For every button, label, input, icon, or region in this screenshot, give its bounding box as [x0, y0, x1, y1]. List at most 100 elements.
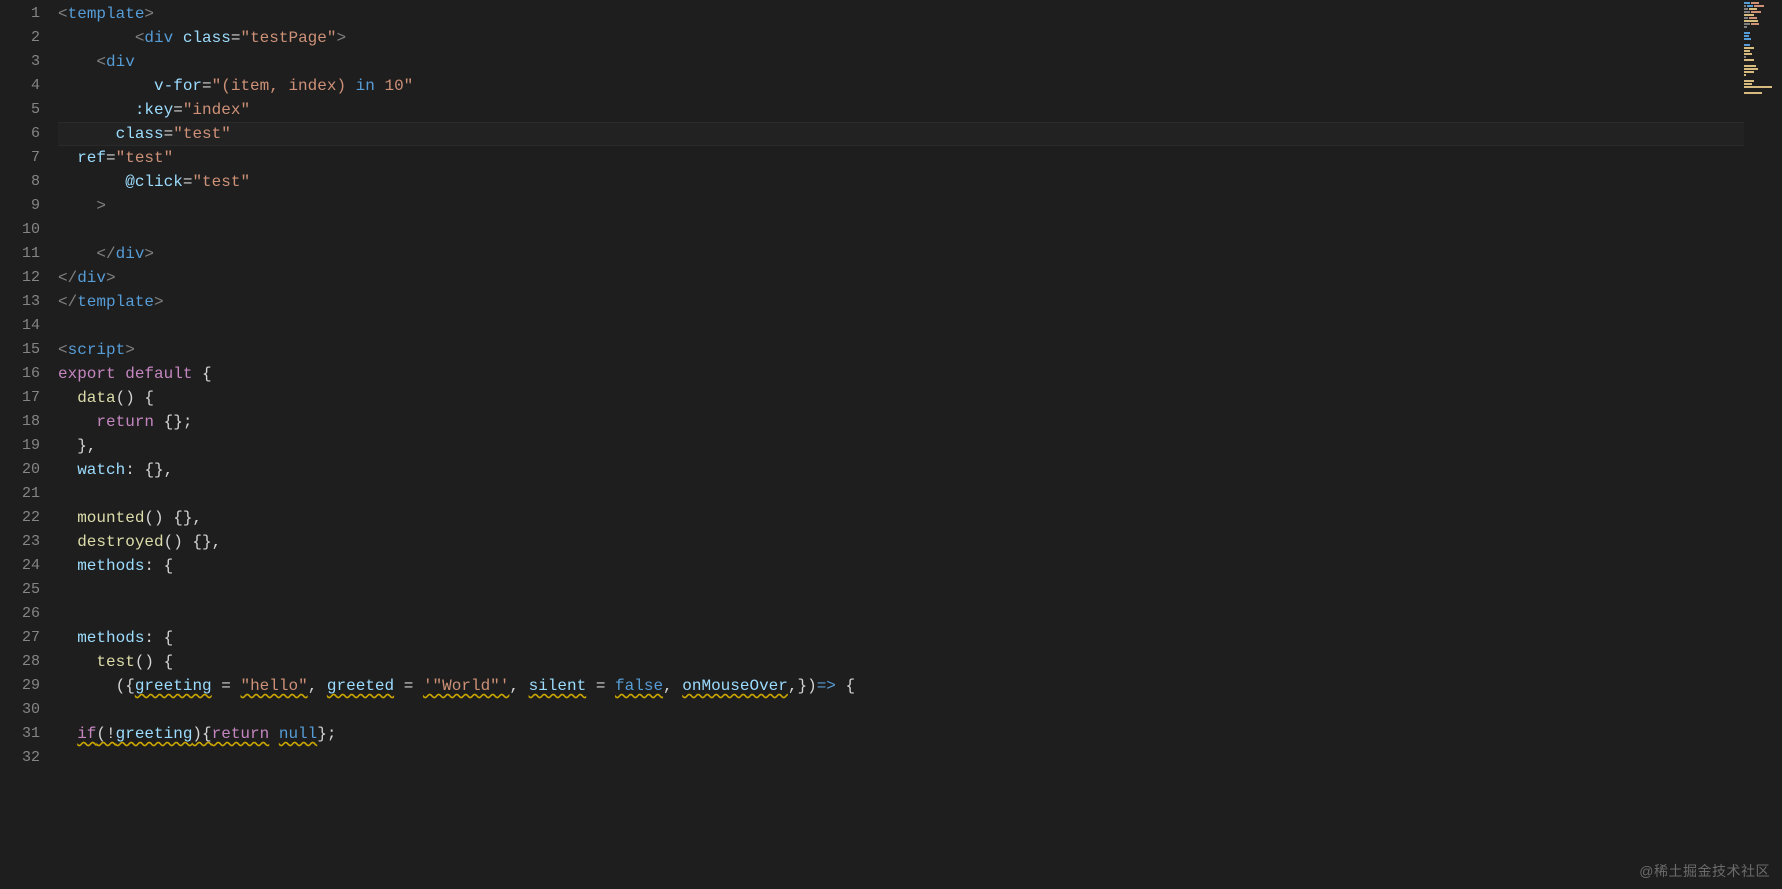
code-line[interactable]: @click="test" [58, 170, 1782, 194]
code-line[interactable]: :key="index" [58, 98, 1782, 122]
minimap-row [1744, 80, 1782, 82]
code-line[interactable]: destroyed() {}, [58, 530, 1782, 554]
minimap-row [1744, 56, 1782, 58]
line-number: 7 [0, 146, 40, 170]
minimap-row [1744, 17, 1782, 19]
line-number: 9 [0, 194, 40, 218]
line-number: 5 [0, 98, 40, 122]
minimap-row [1744, 50, 1782, 52]
minimap-row [1744, 53, 1782, 55]
code-line[interactable]: watch: {}, [58, 458, 1782, 482]
minimap-row [1744, 65, 1782, 67]
minimap-row [1744, 44, 1782, 46]
code-line[interactable]: test() { [58, 650, 1782, 674]
line-number: 10 [0, 218, 40, 242]
code-line[interactable] [58, 698, 1782, 722]
minimap-row [1744, 68, 1782, 70]
code-line[interactable] [58, 218, 1782, 242]
line-number: 28 [0, 650, 40, 674]
minimap-row [1744, 32, 1782, 34]
code-line[interactable]: </div> [58, 242, 1782, 266]
minimap-row [1744, 5, 1782, 7]
code-line[interactable]: <div [58, 50, 1782, 74]
minimap-row [1744, 89, 1782, 91]
line-number: 30 [0, 698, 40, 722]
code-line[interactable]: <div class="testPage"> [58, 26, 1782, 50]
minimap-row [1744, 26, 1782, 28]
code-line[interactable]: }, [58, 434, 1782, 458]
minimap-row [1744, 8, 1782, 10]
minimap-row [1744, 62, 1782, 64]
line-number: 26 [0, 602, 40, 626]
line-number: 17 [0, 386, 40, 410]
code-line[interactable]: > [58, 194, 1782, 218]
code-line[interactable]: class="test" [58, 122, 1782, 146]
line-number: 4 [0, 74, 40, 98]
code-line[interactable]: methods: { [58, 626, 1782, 650]
line-number: 22 [0, 506, 40, 530]
line-number: 16 [0, 362, 40, 386]
minimap-row [1744, 59, 1782, 61]
code-line[interactable]: </div> [58, 266, 1782, 290]
line-number: 31 [0, 722, 40, 746]
line-number: 21 [0, 482, 40, 506]
code-line[interactable]: mounted() {}, [58, 506, 1782, 530]
code-line[interactable]: v-for="(item, index) in 10" [58, 74, 1782, 98]
line-number: 8 [0, 170, 40, 194]
code-line[interactable]: </template> [58, 290, 1782, 314]
minimap-row [1744, 23, 1782, 25]
line-number: 15 [0, 338, 40, 362]
minimap-row [1744, 83, 1782, 85]
line-number-gutter[interactable]: 1234567891011121314151617181920212223242… [0, 0, 58, 889]
line-number: 1 [0, 2, 40, 26]
line-number: 2 [0, 26, 40, 50]
minimap[interactable] [1744, 0, 1782, 889]
line-number: 18 [0, 410, 40, 434]
line-number: 13 [0, 290, 40, 314]
minimap-row [1744, 71, 1782, 73]
code-line[interactable]: methods: { [58, 554, 1782, 578]
minimap-row [1744, 86, 1782, 88]
code-line[interactable]: ({greeting = "hello", greeted = '"World"… [58, 674, 1782, 698]
code-editor[interactable]: … 12345678910111213141516171819202122232… [0, 0, 1782, 889]
code-line[interactable]: data() { [58, 386, 1782, 410]
watermark: @稀土掘金技术社区 [1639, 861, 1770, 881]
code-line[interactable]: return {}; [58, 410, 1782, 434]
line-number: 24 [0, 554, 40, 578]
line-number: 19 [0, 434, 40, 458]
minimap-row [1744, 2, 1782, 4]
code-area[interactable]: <template> <div class="testPage"> <div v… [58, 0, 1782, 889]
minimap-row [1744, 74, 1782, 76]
code-line[interactable]: export default { [58, 362, 1782, 386]
minimap-row [1744, 14, 1782, 16]
code-line[interactable]: <script> [58, 338, 1782, 362]
code-line[interactable] [58, 482, 1782, 506]
line-number: 32 [0, 746, 40, 770]
code-line[interactable] [58, 746, 1782, 770]
line-number: 29 [0, 674, 40, 698]
code-line[interactable] [58, 578, 1782, 602]
minimap-row [1744, 29, 1782, 31]
minimap-row [1744, 38, 1782, 40]
line-number: 23 [0, 530, 40, 554]
minimap-row [1744, 41, 1782, 43]
minimap-row [1744, 77, 1782, 79]
line-number: 6 [0, 122, 40, 146]
line-number: 14 [0, 314, 40, 338]
minimap-row [1744, 47, 1782, 49]
minimap-row [1744, 35, 1782, 37]
line-number: 27 [0, 626, 40, 650]
code-line[interactable] [58, 314, 1782, 338]
line-number: 12 [0, 266, 40, 290]
minimap-row [1744, 20, 1782, 22]
code-line[interactable] [58, 602, 1782, 626]
minimap-row [1744, 11, 1782, 13]
minimap-row [1744, 92, 1782, 94]
line-number: 11 [0, 242, 40, 266]
line-number: 25 [0, 578, 40, 602]
code-line[interactable]: if(!greeting){return null}; [58, 722, 1782, 746]
line-number: 20 [0, 458, 40, 482]
code-line[interactable]: <template> [58, 2, 1782, 26]
code-line[interactable]: ref="test" [58, 146, 1782, 170]
line-number: 3 [0, 50, 40, 74]
